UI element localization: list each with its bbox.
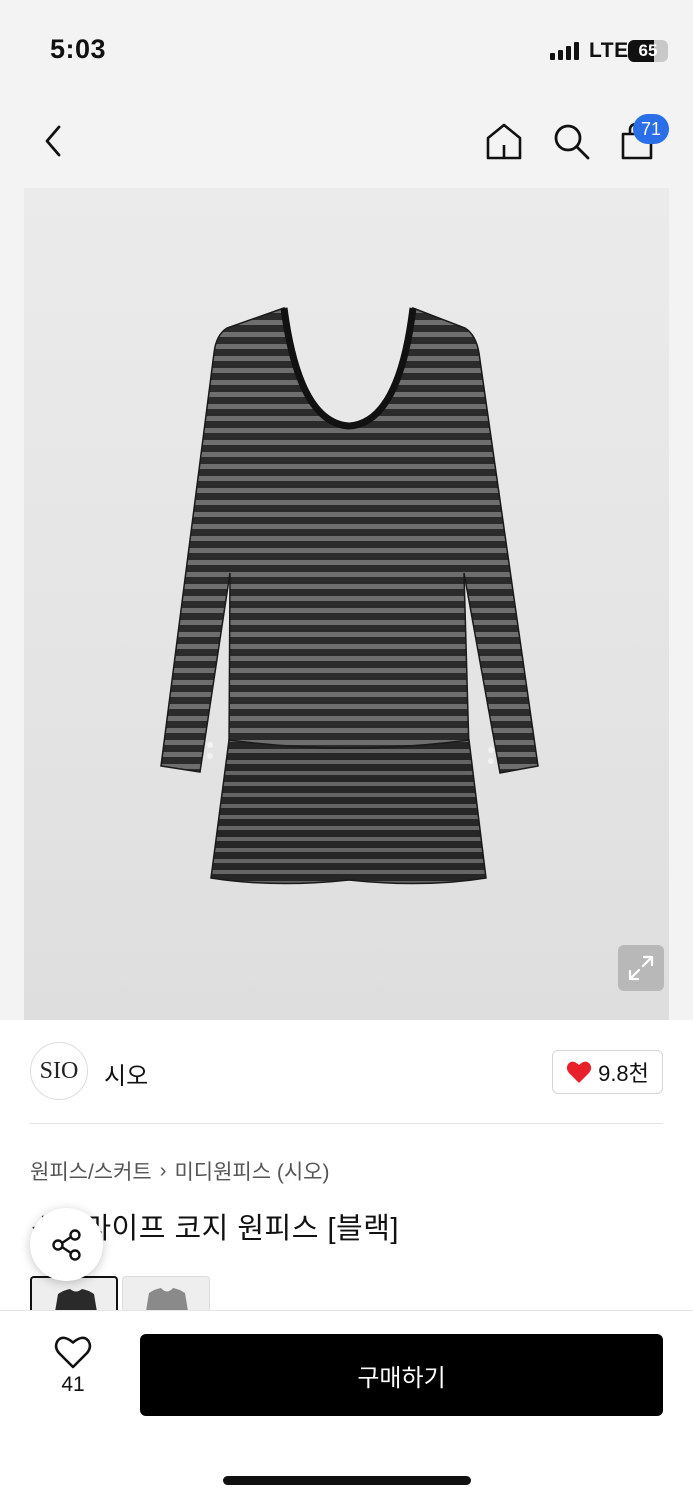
battery-icon: 65 xyxy=(628,40,668,62)
share-icon xyxy=(51,1228,81,1261)
brand-like-count: 9.8천 xyxy=(598,1061,649,1086)
product-detail-page: 5:03 LTE 65 71 SIO 시오 9.8천 원피스/스커트 › 미디원… xyxy=(0,0,693,1500)
share-button[interactable] xyxy=(30,1208,103,1281)
battery-level: 65 xyxy=(638,41,658,60)
buy-button[interactable]: 구매하기 xyxy=(140,1334,663,1416)
brand-row: SIO 시오 9.8천 xyxy=(0,1020,693,1124)
brand-name[interactable]: 시오 xyxy=(104,1056,148,1091)
heart-outline-icon xyxy=(54,1336,92,1369)
dress-image xyxy=(160,306,539,885)
status-bar: 5:03 LTE 65 xyxy=(0,0,693,100)
chevron-left-icon xyxy=(45,125,61,157)
breadcrumb-subcategory[interactable]: 미디원피스 (시오) xyxy=(174,1156,329,1186)
back-button[interactable] xyxy=(30,118,76,164)
network-label: LTE xyxy=(589,39,629,62)
chevron-right-icon: › xyxy=(159,1159,167,1182)
home-icon xyxy=(486,123,522,160)
breadcrumb-category[interactable]: 원피스/스커트 xyxy=(30,1156,152,1186)
status-time: 5:03 xyxy=(50,34,107,64)
wishlist-button[interactable]: 41 xyxy=(40,1335,106,1415)
search-button[interactable] xyxy=(548,118,594,164)
wishlist-count: 41 xyxy=(61,1373,85,1396)
brand-logo-text: SIO xyxy=(39,1057,79,1084)
brand-logo[interactable]: SIO xyxy=(30,1042,88,1100)
expand-image-button[interactable] xyxy=(618,945,664,991)
brand-like-button[interactable]: 9.8천 xyxy=(552,1050,663,1094)
heart-filled-icon xyxy=(566,1061,592,1083)
home-indicator xyxy=(223,1476,471,1485)
bottom-action-bar: 41 구매하기 xyxy=(0,1310,693,1500)
signal-icon xyxy=(550,42,582,60)
breadcrumb: 원피스/스커트 › 미디원피스 (시오) xyxy=(30,1156,330,1186)
product-image[interactable] xyxy=(24,188,669,1020)
home-button[interactable] xyxy=(481,118,527,164)
divider xyxy=(30,1123,663,1124)
expand-icon xyxy=(628,955,654,981)
top-nav-bar xyxy=(0,100,693,185)
cart-count-badge: 71 xyxy=(633,114,669,144)
search-icon xyxy=(554,124,590,160)
